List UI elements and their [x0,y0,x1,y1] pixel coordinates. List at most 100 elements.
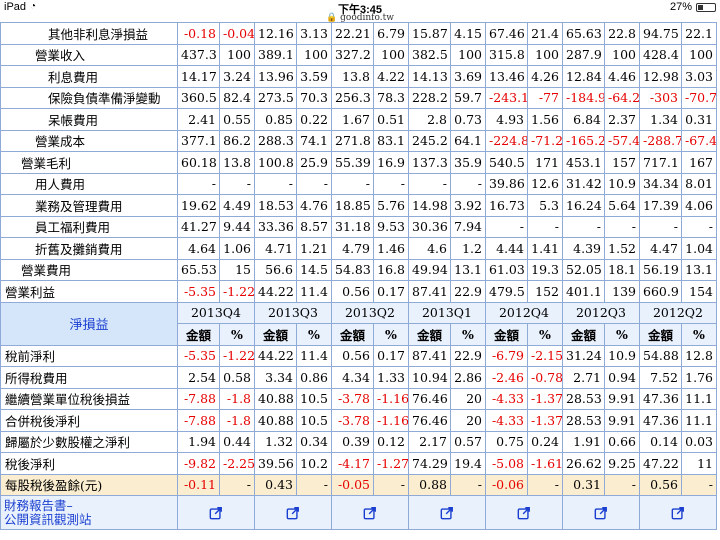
report-link-cell[interactable] [177,495,255,530]
percent-cell: 0.03 [681,430,717,453]
amount-cell: 55.39 [331,151,374,174]
amount-cell: 52.05 [562,258,605,281]
quarter-header: 2012Q4 [485,301,563,324]
report-link-label[interactable]: 財務報告書– 公開資訊觀測站 [0,495,178,530]
percent-cell: 3.92 [450,194,486,217]
amount-cell: 273.5 [254,86,297,109]
amount-cell: -4.33 [485,387,528,410]
amount-cell: 39.86 [485,172,528,195]
percent-cell: 100 [219,43,255,66]
percent-cell: 0.58 [219,366,255,389]
row-label: 營業毛利 [0,151,178,174]
report-link-cell[interactable] [331,495,409,530]
row-label: 所得稅費用 [0,366,178,389]
amount-cell: 44.22 [254,280,297,303]
quarter-header: 2012Q2 [639,301,717,324]
percent-cell: 0.31 [681,108,717,131]
amount-cell: 10.94 [408,366,451,389]
amount-cell: 87.41 [408,344,451,367]
percent-cell: 2.86 [450,366,486,389]
amount-cell: 14.98 [408,194,451,217]
percent-cell: 22.1 [681,22,717,45]
amount-cell: 87.41 [408,280,451,303]
table-row: 稅前淨利 -5.35 -1.22 44.22 11.4 0.56 0.17 87.41 22.9… [0,344,717,367]
report-link-cell[interactable] [254,495,332,530]
report-link-cell[interactable] [408,495,486,530]
percent-cell: 11.4 [296,344,332,367]
percent-cell: 171 [527,151,563,174]
percent-cell: 0.73 [450,108,486,131]
external-link-icon[interactable] [517,506,531,520]
amount-cell: 16.24 [562,194,605,217]
percent-cell: 11 [681,452,717,475]
external-link-icon[interactable] [286,506,300,520]
percent-cell: 18.1 [604,258,640,281]
amount-cell: 0.43 [254,473,297,496]
report-link-cell[interactable] [562,495,640,530]
row-label: 稅後淨利 [0,452,178,475]
percent-cell: 5.64 [604,194,640,217]
amount-cell: 0.75 [485,430,528,453]
external-link-icon[interactable] [594,506,608,520]
quarter-header: 2012Q3 [562,301,640,324]
amount-cell: 13.46 [485,65,528,88]
report-link-cell[interactable] [639,495,717,530]
percent-cell: 1.46 [373,237,409,260]
percent-cell: 0.17 [373,344,409,367]
external-link-icon[interactable] [440,506,454,520]
percent-cell: 11.4 [296,280,332,303]
table-row: 稅後淨利 -9.82 -2.25 39.56 10.2 -4.17 -1.27 74.29 19… [0,452,717,475]
external-link-icon[interactable] [209,506,223,520]
amount-cell: 1.32 [254,430,297,453]
percent-cell: 9.25 [604,452,640,475]
percent-cell: -1.27 [373,452,409,475]
row-label: 用人費用 [0,172,178,195]
percent-cell: 9.91 [604,409,640,432]
percent-cell: - [450,473,486,496]
percent-cell: -1.8 [219,387,255,410]
percent-cell: - [527,215,563,238]
amount-cell: - [562,215,605,238]
percent-cell: 20 [450,409,486,432]
amount-cell: 2.71 [562,366,605,389]
amount-cell: 0.85 [254,108,297,131]
amount-cell: 74.29 [408,452,451,475]
percent-cell: - [296,172,332,195]
amount-column-header: 金額 [485,323,528,346]
amount-cell: - [254,172,297,195]
amount-cell: -6.79 [485,344,528,367]
quarter-header: 2013Q3 [254,301,332,324]
percent-cell: 9.91 [604,387,640,410]
percent-cell: - [604,473,640,496]
net-section-header-row: 淨損益 2013Q4 2013Q3 2013Q2 2013Q1 2012Q4 2012Q3… [0,301,717,346]
percent-cell: 100 [527,43,563,66]
percent-cell: 100 [296,43,332,66]
amount-cell: -3.78 [331,409,374,432]
report-link-cell[interactable] [485,495,563,530]
amount-cell: 76.46 [408,387,451,410]
table-row: 折舊及攤銷費用 4.64 1.06 4.71 1.21 4.79 1.46 4.6 1.2 4.4… [0,237,717,260]
amount-cell: 67.46 [485,22,528,45]
percent-cell: -77 [527,86,563,109]
income-statement-table: 其他非利息淨損益 -0.18 -0.04 12.16 3.13 22.21 6.79 15.8… [0,22,717,530]
amount-cell: 19.62 [177,194,220,217]
external-link-icon[interactable] [363,506,377,520]
percent-column-header: % [527,323,563,346]
external-link-icon[interactable] [671,506,685,520]
percent-cell: 11.1 [681,409,717,432]
amount-cell: 100.8 [254,151,297,174]
percent-cell: -0.78 [527,366,563,389]
percent-cell: 2.37 [604,108,640,131]
amount-cell: 377.1 [177,129,220,152]
percent-cell: -1.22 [219,280,255,303]
amount-cell: 17.39 [639,194,682,217]
percent-cell: 1.41 [527,237,563,260]
amount-cell: 12.16 [254,22,297,45]
percent-cell: 100 [373,43,409,66]
amount-cell: 3.34 [254,366,297,389]
amount-cell: 0.14 [639,430,682,453]
percent-cell: 22.8 [604,22,640,45]
percent-cell: 1.56 [527,108,563,131]
table-row: 業務及管理費用 19.62 4.49 18.53 4.76 18.85 5.76 14.98 3… [0,194,717,217]
percent-cell: 35.9 [450,151,486,174]
